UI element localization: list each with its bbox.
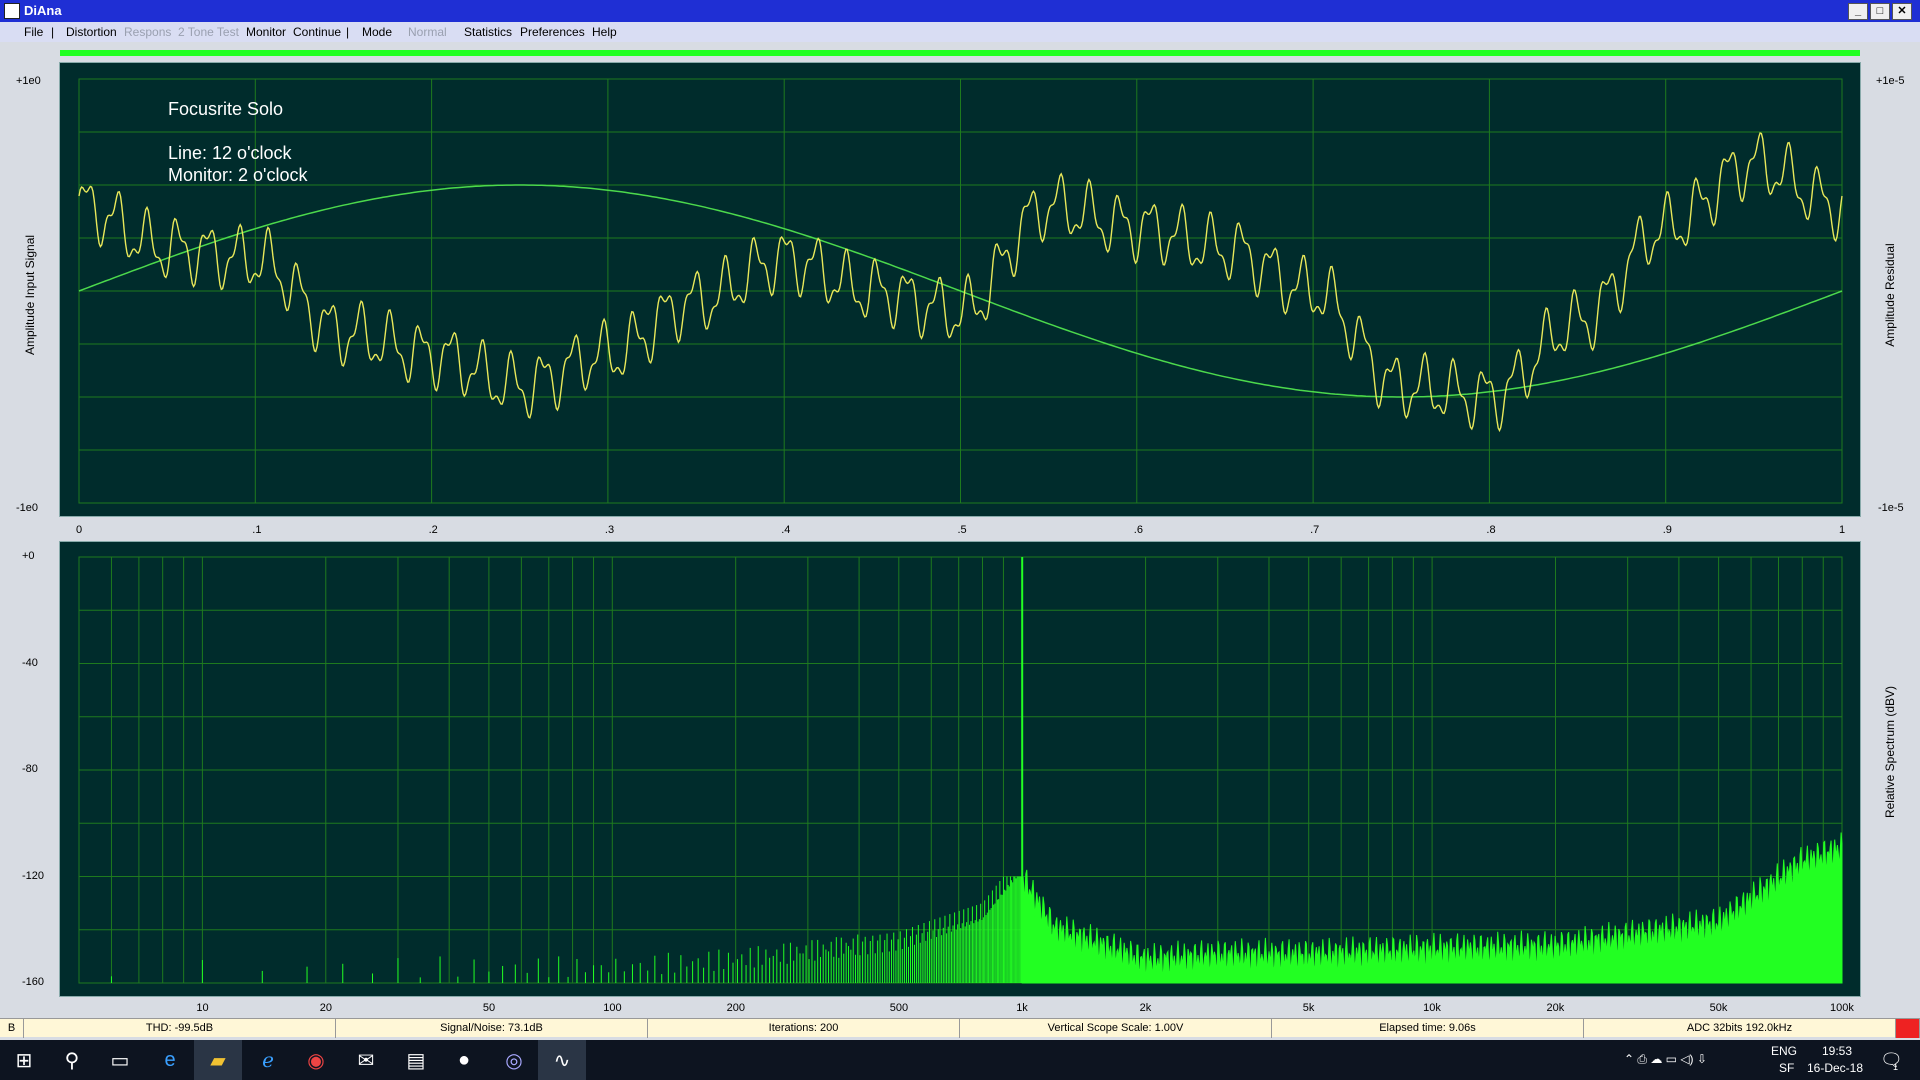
window-title: DiAna [24,3,62,18]
scope-x-tick: .6 [1133,524,1143,536]
status-adc: ADC 32bits 192.0kHz [1584,1019,1896,1038]
spectrum-x-tick: 2k [1139,1002,1152,1014]
note-line: Line: 12 o'clock [168,143,292,163]
scope-left-label: Amplitude Input Signal [23,234,37,356]
search-icon[interactable]: ⚲ [48,1040,96,1080]
tray-icons[interactable]: ⌃ ⎙ ☁ ▭ ◁) ⇩ [1624,1052,1707,1067]
scope-x-tick: .4 [781,524,791,536]
scope-y-max: +1e0 [16,75,41,87]
menu-preferences[interactable]: Preferences [520,25,585,39]
spectrum-x-tick: 100 [603,1002,622,1014]
maximize-icon[interactable]: □ [1870,3,1890,20]
spectrum-y-tick: -80 [22,763,38,775]
menu-bar: File | Distortion Respons 2 Tone Test Mo… [0,22,1920,42]
scope-x-tick: 1 [1839,524,1846,536]
spectrum-x-tick: 500 [889,1002,909,1014]
status-snr: Signal/Noise: 73.1dB [336,1019,648,1038]
spectrum-y-tick: -40 [22,656,38,669]
windows-start-icon[interactable]: ⊞ [0,1040,48,1080]
minimize-icon[interactable]: _ [1848,3,1868,20]
menu-mode[interactable]: Mode [362,25,392,39]
video-editor-icon[interactable]: ▤ [392,1040,440,1080]
scope-x-tick: 0 [76,524,83,536]
mail-icon[interactable]: ✉ [342,1040,390,1080]
menu-help[interactable]: Help [592,25,617,39]
spectrum-x-tick: 100k [1830,1002,1854,1014]
internet-explorer-icon[interactable]: ℯ [244,1040,292,1080]
status-iterations: Iterations: 200 [648,1019,960,1038]
spectrum-x-tick: 200 [726,1002,746,1014]
notification-icon[interactable]: 🗨 [1880,1050,1903,1071]
scope-x-tick: .2 [428,524,438,536]
clock-date[interactable]: 16-Dec-18 [1807,1061,1863,1075]
menu-separator: | [346,25,350,39]
menu-two-tone-test[interactable]: 2 Tone Test [178,25,239,39]
residual-y-min: -1e-5 [1878,502,1904,514]
scope-x-tick: .5 [957,524,967,536]
status-elapsed: Elapsed time: 9.06s [1272,1019,1584,1038]
spectrum-x-tick: 20 [319,1002,333,1014]
spectrum-x-tick: 50k [1709,1002,1728,1014]
diana-app-icon[interactable]: ∿ [538,1040,586,1080]
scope-plot [78,78,1843,504]
app-icon[interactable]: ● [440,1040,488,1080]
close-icon[interactable]: ✕ [1892,3,1912,20]
status-b: B [0,1019,24,1038]
keyboard-layout[interactable]: SF [1779,1061,1794,1075]
residual-y-max: +1e-5 [1876,75,1905,87]
status-thd: THD: -99.5dB [24,1019,336,1038]
title-bar: DiAna _ □ ✕ [0,0,1920,22]
chrome-icon[interactable]: ◉ [292,1040,340,1080]
spectrum-y-tick: +0 [22,550,35,562]
clock-time[interactable]: 19:53 [1822,1044,1852,1058]
menu-continue[interactable]: Continue [293,25,341,39]
status-bar: B THD: -99.5dB Signal/Noise: 73.1dB Iter… [0,1018,1920,1038]
scope-x-tick: .7 [1310,524,1320,536]
edge-browser-icon[interactable]: e [146,1040,194,1080]
note-title: Focusrite Solo [168,99,284,119]
language-label[interactable]: ENG [1771,1044,1797,1058]
scope-y-min: -1e0 [16,502,39,514]
scope-x-tick: .3 [604,524,615,536]
menu-monitor[interactable]: Monitor [246,25,286,39]
spectrum-x-tick: 5k [1302,1002,1315,1014]
spectrum-x-tick: 20k [1546,1002,1565,1014]
menu-respons[interactable]: Respons [124,25,171,39]
progress-bar [60,50,1860,56]
app-icon [4,3,20,19]
note-monitor: Monitor: 2 o'clock [168,165,308,185]
spectrum-right-label: Relative Spectrum (dBV) [1883,685,1897,819]
task-view-icon[interactable]: ▭ [96,1040,144,1080]
spectrum-panel [59,541,1861,997]
status-alert [1896,1019,1920,1038]
spectrum-y-tick: -120 [22,869,45,882]
file-explorer-icon[interactable]: ▰ [194,1040,242,1080]
menu-separator: | [51,25,55,39]
scope-x-tick: .8 [1486,524,1496,536]
scope-x-tick: .1 [252,524,262,536]
spectrum-plot [78,556,1843,984]
spectrum-x-tick: 1k [1016,1002,1028,1014]
spectrum-y-tick: -160 [22,976,45,988]
spectrum-x-tick: 10k [1423,1002,1441,1014]
menu-distortion[interactable]: Distortion [66,25,117,39]
spectrum-x-tick: 50 [482,1002,496,1014]
media-player-icon[interactable]: ◎ [490,1040,538,1080]
spectrum-x-tick: 10 [196,1002,209,1014]
menu-statistics[interactable]: Statistics [464,25,512,39]
taskbar: ⊞ ⚲ ▭ e ▰ ℯ ◉ ✉ ▤ ● ◎ ∿ ⌃ ⎙ ☁ ▭ ◁) ⇩ ENG… [0,1040,1920,1080]
menu-normal[interactable]: Normal [408,25,447,39]
scope-right-label: Amplitude Residual [1883,243,1897,347]
scope-panel: Focusrite Solo Line: 12 o'clock Monitor:… [59,62,1861,517]
status-vscale: Vertical Scope Scale: 1.00V [960,1019,1272,1038]
scope-x-tick: .9 [1662,524,1672,536]
menu-file[interactable]: File [24,25,43,39]
notification-count: 1 [1893,1062,1899,1072]
